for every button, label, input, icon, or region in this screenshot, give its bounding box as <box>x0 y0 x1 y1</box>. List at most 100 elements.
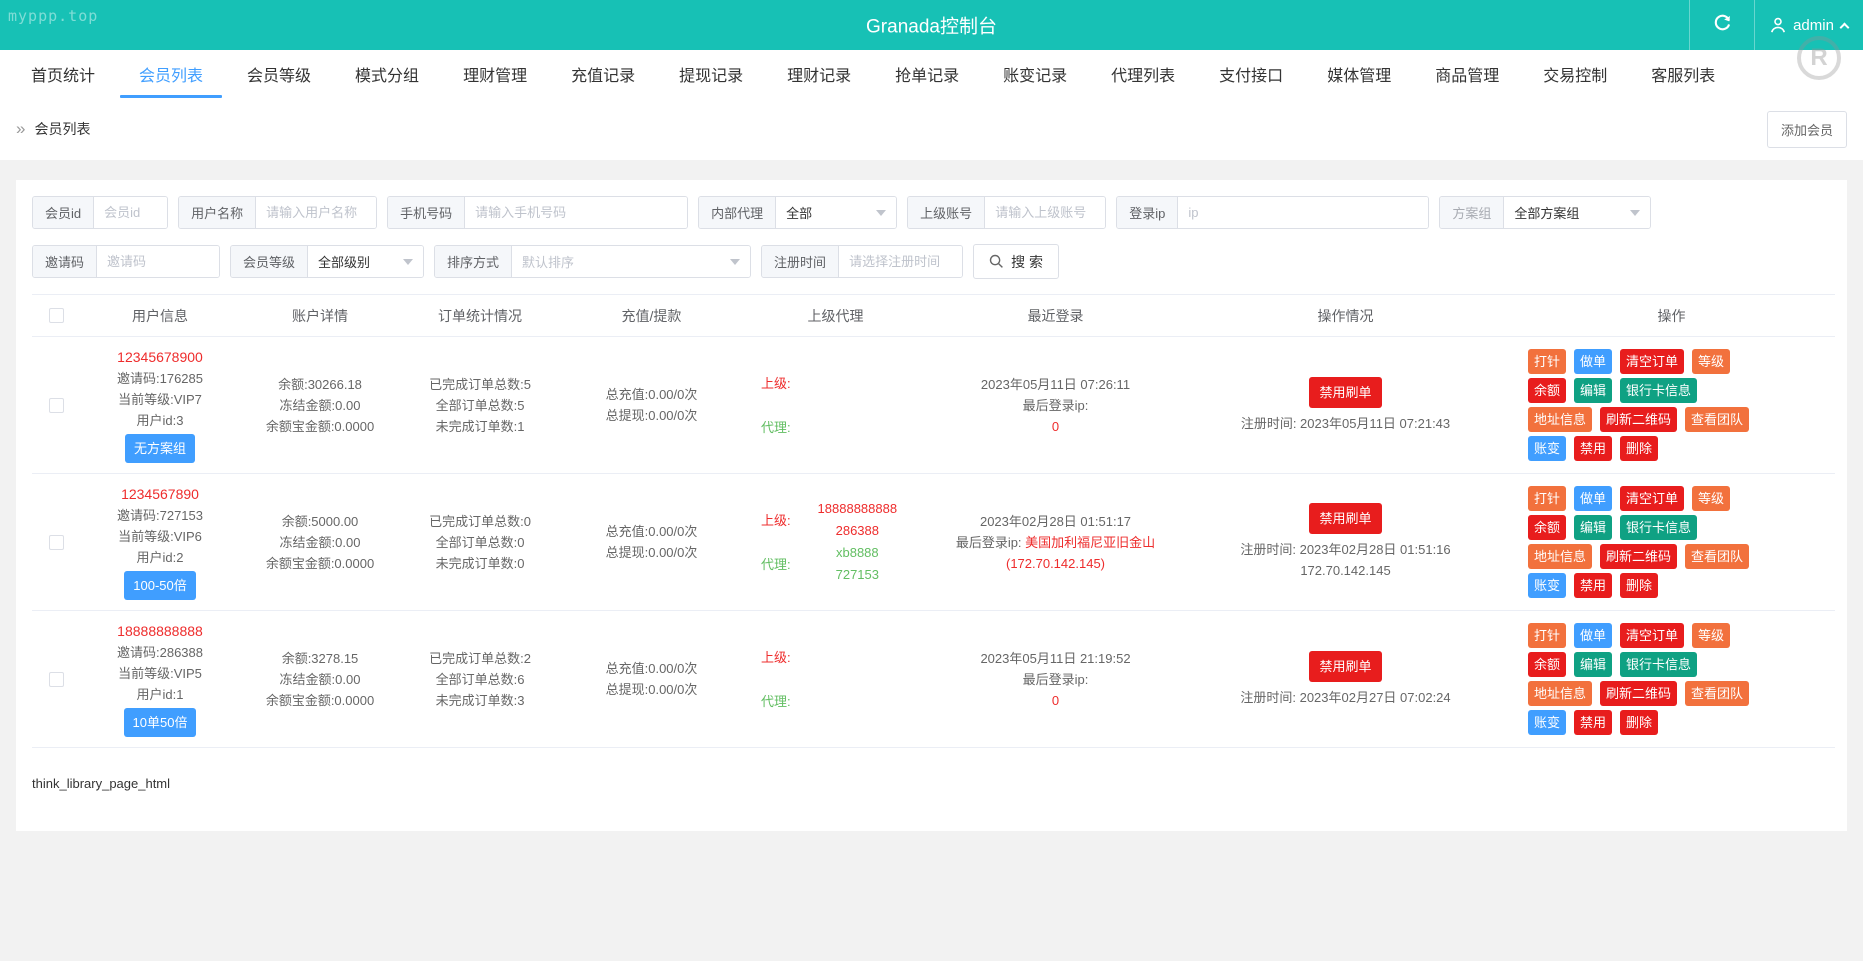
funds-cell: 总充值:0.00/0次总提现:0.00/0次 <box>560 474 743 611</box>
bank-card-info-button[interactable]: 银行卡信息 <box>1620 378 1697 403</box>
refresh-qrcode-button[interactable]: 刷新二维码 <box>1600 681 1677 706</box>
view-team-button[interactable]: 查看团队 <box>1685 681 1749 706</box>
balance-change-button[interactable]: 账变 <box>1528 573 1566 598</box>
address-info-button[interactable]: 地址信息 <box>1528 544 1592 569</box>
nav-tab-5[interactable]: 充值记录 <box>550 50 656 98</box>
edit-button[interactable]: 编辑 <box>1574 515 1612 540</box>
filter-input-register-time[interactable] <box>839 246 962 277</box>
refresh-qrcode-button[interactable]: 刷新二维码 <box>1600 544 1677 569</box>
filter-select-internal-agent[interactable]: 全部 <box>776 197 896 228</box>
account-cell-line-1: 冻结金额:0.00 <box>244 669 396 690</box>
balance-change-button[interactable]: 账变 <box>1528 710 1566 735</box>
chevron-down-icon <box>876 210 886 216</box>
filter-select-plan-group[interactable]: 全部方案组 <box>1504 197 1650 228</box>
plan-badge[interactable]: 100-50倍 <box>124 571 195 600</box>
bank-card-info-button[interactable]: 银行卡信息 <box>1620 652 1697 677</box>
nav-tab-8[interactable]: 抢单记录 <box>874 50 980 98</box>
make-order-button[interactable]: 做单 <box>1574 623 1612 648</box>
make-order-button[interactable]: 做单 <box>1574 349 1612 374</box>
balance-change-button[interactable]: 账变 <box>1528 436 1566 461</box>
nav-tab-3[interactable]: 模式分组 <box>334 50 440 98</box>
make-order-button[interactable]: 做单 <box>1574 486 1612 511</box>
nav-tab-0[interactable]: 首页统计 <box>10 50 116 98</box>
clear-orders-button[interactable]: 清空订单 <box>1620 349 1684 374</box>
filter-value-plan-group: 全部方案组 <box>1514 203 1579 222</box>
column-header-7: 操作 <box>1508 295 1835 337</box>
view-team-button[interactable]: 查看团队 <box>1685 407 1749 432</box>
filter-input-login-ip[interactable] <box>1178 197 1428 228</box>
address-info-button[interactable]: 地址信息 <box>1528 407 1592 432</box>
disable-brush-badge[interactable]: 禁用刷单 <box>1309 377 1381 408</box>
refresh-button[interactable] <box>1689 0 1755 50</box>
login-ip-location: 美国加利福尼亚旧金山 <box>1025 535 1155 550</box>
nav-tab-6[interactable]: 提现记录 <box>658 50 764 98</box>
add-member-button[interactable]: 添加会员 <box>1767 111 1847 148</box>
balance-button[interactable]: 余额 <box>1528 515 1566 540</box>
nav-tab-13[interactable]: 商品管理 <box>1414 50 1520 98</box>
filter-select-member-level[interactable]: 全部级别 <box>308 246 423 277</box>
disable-brush-badge[interactable]: 禁用刷单 <box>1309 651 1381 682</box>
delete-button[interactable]: 删除 <box>1620 573 1658 598</box>
status-badge-wrap: 禁用刷单 <box>1187 503 1504 539</box>
row-checkbox[interactable] <box>49 535 64 550</box>
nav-tab-12[interactable]: 媒体管理 <box>1306 50 1412 98</box>
row-checkbox[interactable] <box>49 398 64 413</box>
select-all-header-cell <box>32 295 80 337</box>
superior-value: 286388 <box>791 520 924 542</box>
edit-button[interactable]: 编辑 <box>1574 378 1612 403</box>
filter-input-parent-account[interactable] <box>985 197 1105 228</box>
nav-tab-11[interactable]: 支付接口 <box>1198 50 1304 98</box>
address-info-button[interactable]: 地址信息 <box>1528 681 1592 706</box>
nav-tab-10[interactable]: 代理列表 <box>1090 50 1196 98</box>
delete-button[interactable]: 删除 <box>1620 436 1658 461</box>
nav-tab-14[interactable]: 交易控制 <box>1522 50 1628 98</box>
username: admin <box>1793 17 1834 34</box>
superior-block: 上级:18888888888286388 <box>747 498 924 542</box>
disable-button[interactable]: 禁用 <box>1574 436 1612 461</box>
orders-cell-line-2: 未完成订单数:0 <box>404 553 556 574</box>
filter-label-internal-agent: 内部代理 <box>699 197 776 228</box>
clear-orders-button[interactable]: 清空订单 <box>1620 623 1684 648</box>
balance-button[interactable]: 余额 <box>1528 652 1566 677</box>
inject-button[interactable]: 打针 <box>1528 623 1566 648</box>
delete-button[interactable]: 删除 <box>1620 710 1658 735</box>
balance-button[interactable]: 余额 <box>1528 378 1566 403</box>
bank-card-info-button[interactable]: 银行卡信息 <box>1620 515 1697 540</box>
row-checkbox[interactable] <box>49 672 64 687</box>
table-row: 1234567890邀请码:727153当前等级:VIP6用户id:2100-5… <box>32 474 1835 611</box>
plan-badge[interactable]: 10单50倍 <box>124 708 197 737</box>
view-team-button[interactable]: 查看团队 <box>1685 544 1749 569</box>
level-button[interactable]: 等级 <box>1692 623 1730 648</box>
nav-tab-2[interactable]: 会员等级 <box>226 50 332 98</box>
nav-tab-9[interactable]: 账变记录 <box>982 50 1088 98</box>
disable-brush-badge[interactable]: 禁用刷单 <box>1309 503 1381 534</box>
user-info-cell: 12345678900邀请码:176285当前等级:VIP7用户id:3无方案组 <box>80 337 240 474</box>
filter-select-sort-order[interactable]: 默认排序 <box>512 246 750 277</box>
clear-orders-button[interactable]: 清空订单 <box>1620 486 1684 511</box>
level-button[interactable]: 等级 <box>1692 349 1730 374</box>
last-login-ip-label: 最后登录ip: <box>1023 398 1089 413</box>
member-table-body: 12345678900邀请码:176285当前等级:VIP7用户id:3无方案组… <box>32 337 1835 748</box>
disable-button[interactable]: 禁用 <box>1574 573 1612 598</box>
level-button[interactable]: 等级 <box>1692 486 1730 511</box>
plan-badge[interactable]: 无方案组 <box>125 434 195 463</box>
inject-button[interactable]: 打针 <box>1528 349 1566 374</box>
funds-cell-line-0: 总充值:0.00/0次 <box>564 521 739 542</box>
nav-tab-1[interactable]: 会员列表 <box>118 50 224 98</box>
filter-input-phone[interactable] <box>465 197 687 228</box>
nav-tab-7[interactable]: 理财记录 <box>766 50 872 98</box>
disable-button[interactable]: 禁用 <box>1574 710 1612 735</box>
select-all-checkbox[interactable] <box>49 308 64 323</box>
filter-input-invite-code[interactable] <box>97 246 219 277</box>
watermark-logo: R <box>1797 36 1841 80</box>
last-login-ip-label: 最后登录ip: <box>956 535 1025 550</box>
last-login-ip-line: 最后登录ip: <box>932 395 1179 416</box>
nav-tab-4[interactable]: 理财管理 <box>442 50 548 98</box>
nav-tab-15[interactable]: 客服列表 <box>1630 50 1736 98</box>
edit-button[interactable]: 编辑 <box>1574 652 1612 677</box>
filter-input-username[interactable] <box>256 197 376 228</box>
refresh-qrcode-button[interactable]: 刷新二维码 <box>1600 407 1677 432</box>
inject-button[interactable]: 打针 <box>1528 486 1566 511</box>
search-button[interactable]: 搜 索 <box>973 244 1059 279</box>
filter-input-member-id[interactable] <box>94 197 167 228</box>
